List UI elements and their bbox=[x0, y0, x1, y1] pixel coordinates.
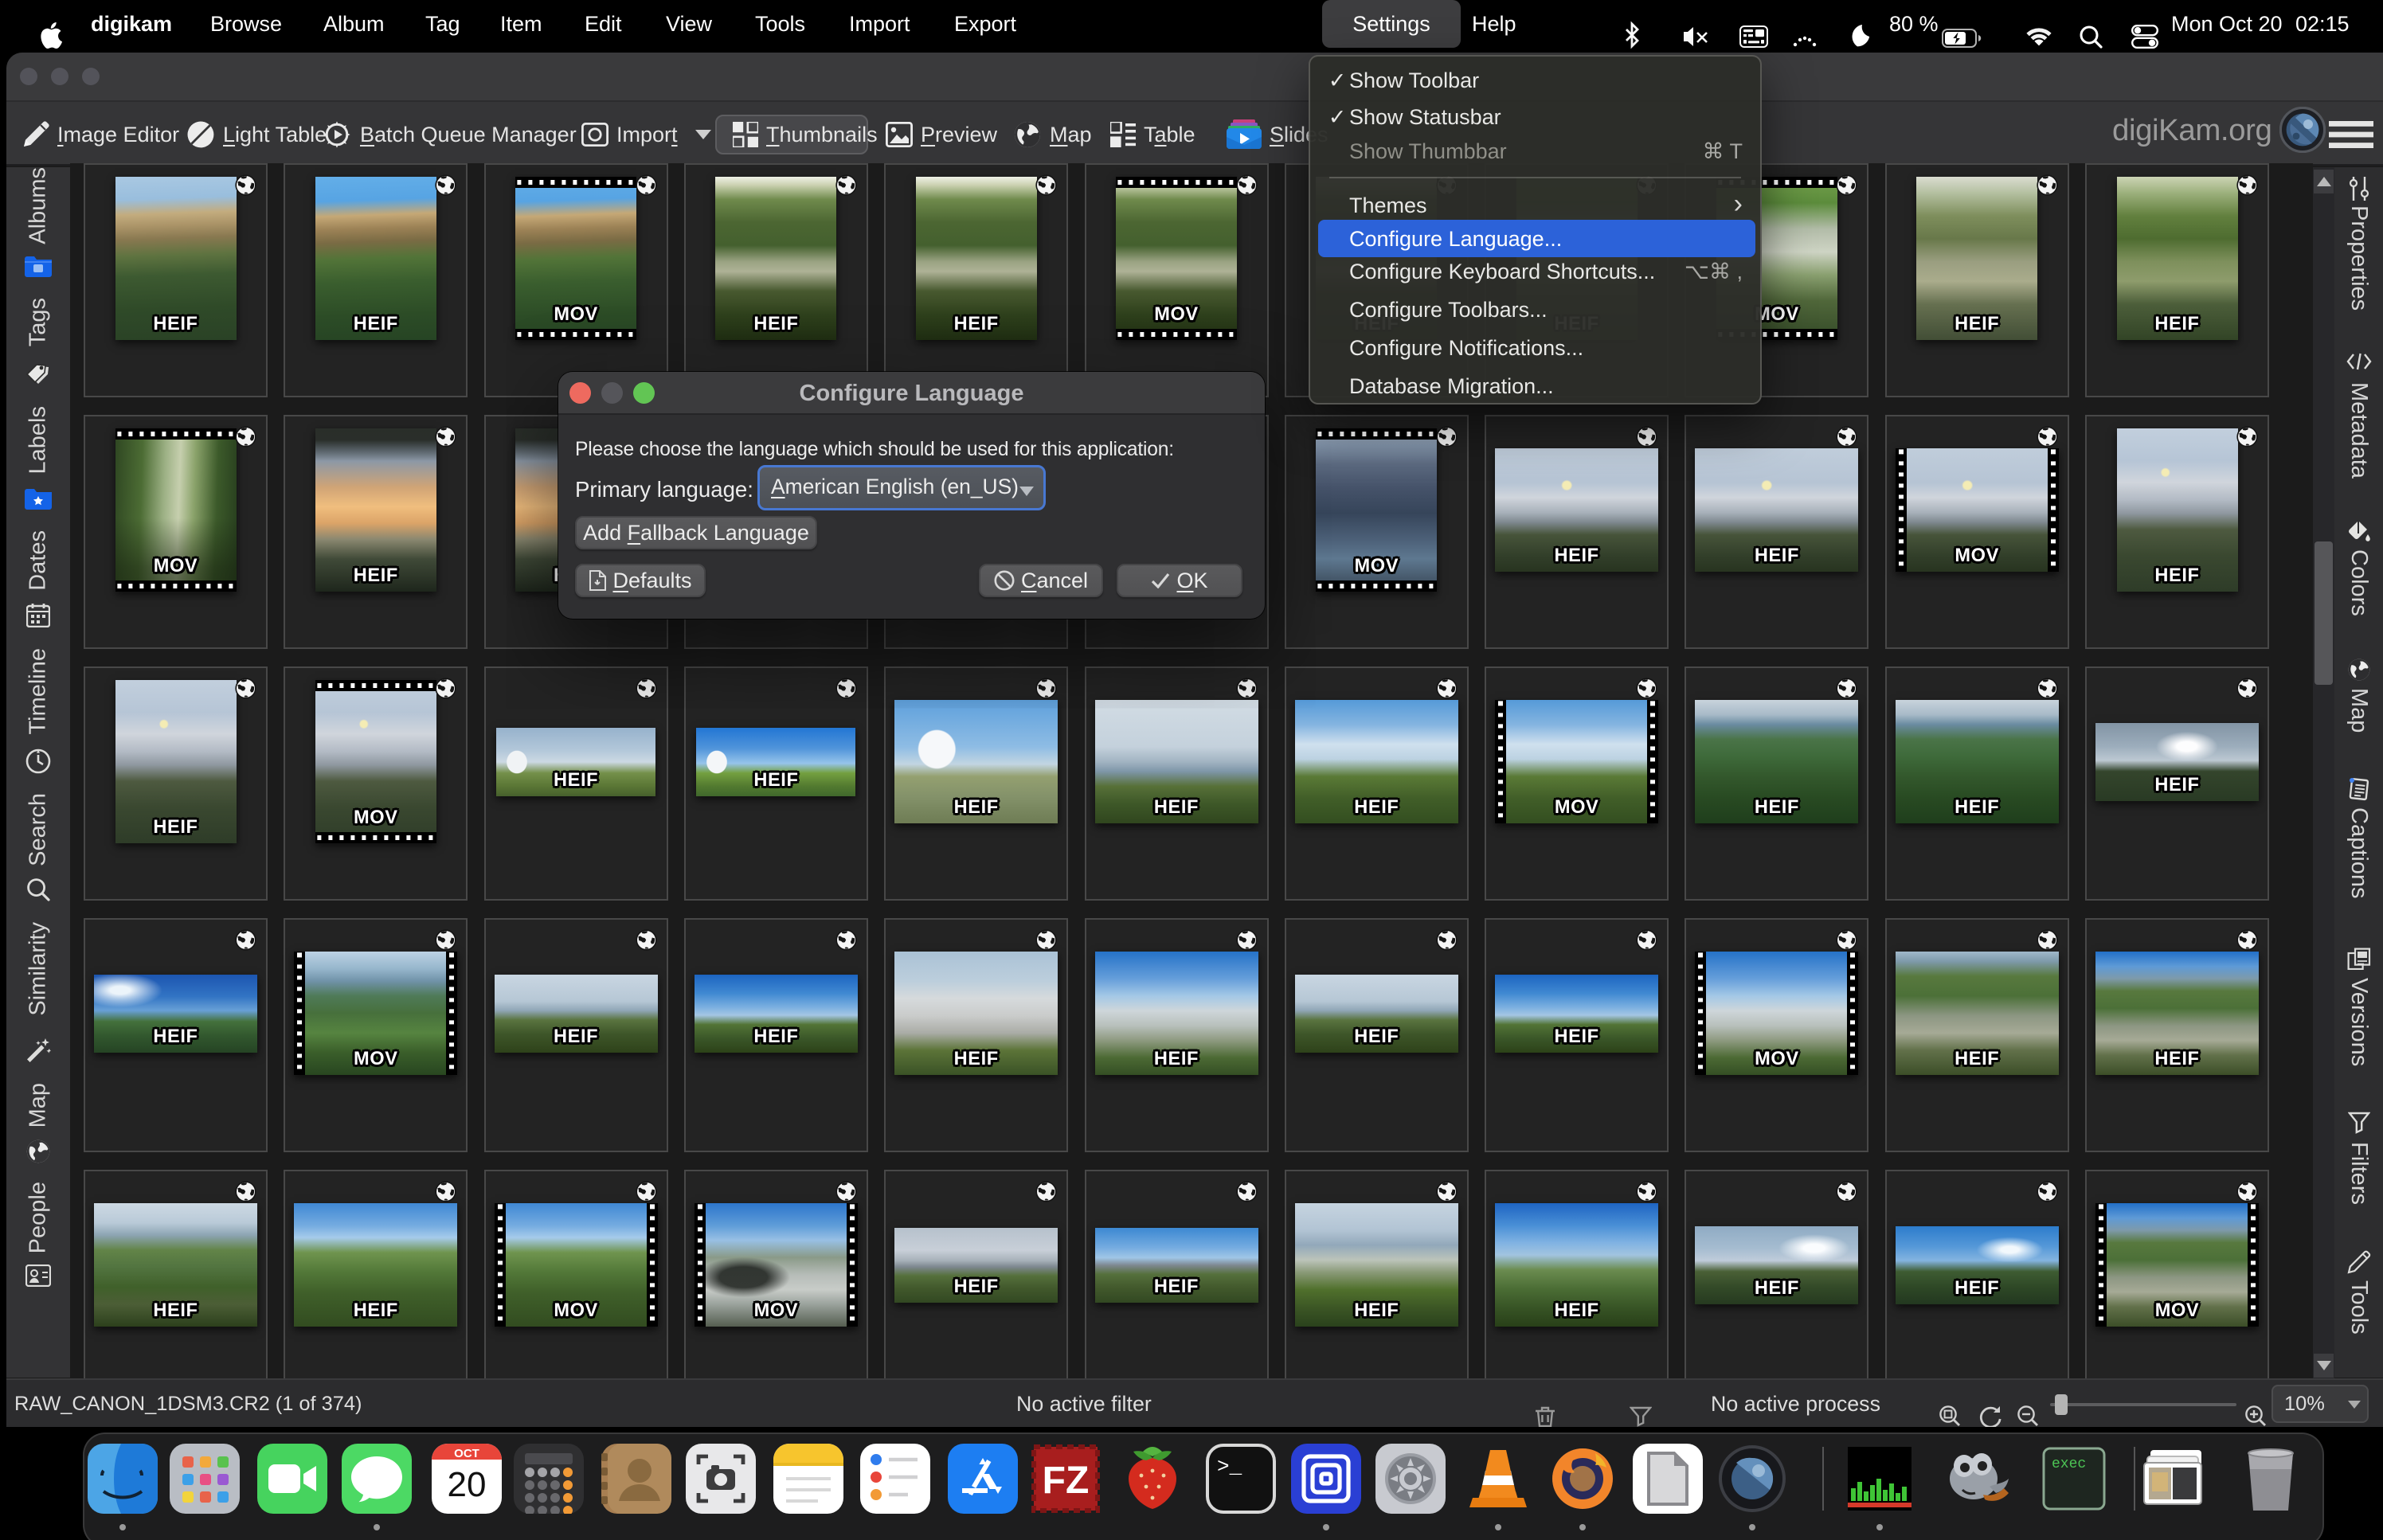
svg-text:OCT: OCT bbox=[454, 1447, 479, 1460]
svg-text:FZ: FZ bbox=[1043, 1460, 1090, 1502]
svg-text:>_: >_ bbox=[1217, 1455, 1242, 1479]
svg-text:exec: exec bbox=[2052, 1456, 2086, 1472]
svg-text:20: 20 bbox=[448, 1465, 487, 1504]
